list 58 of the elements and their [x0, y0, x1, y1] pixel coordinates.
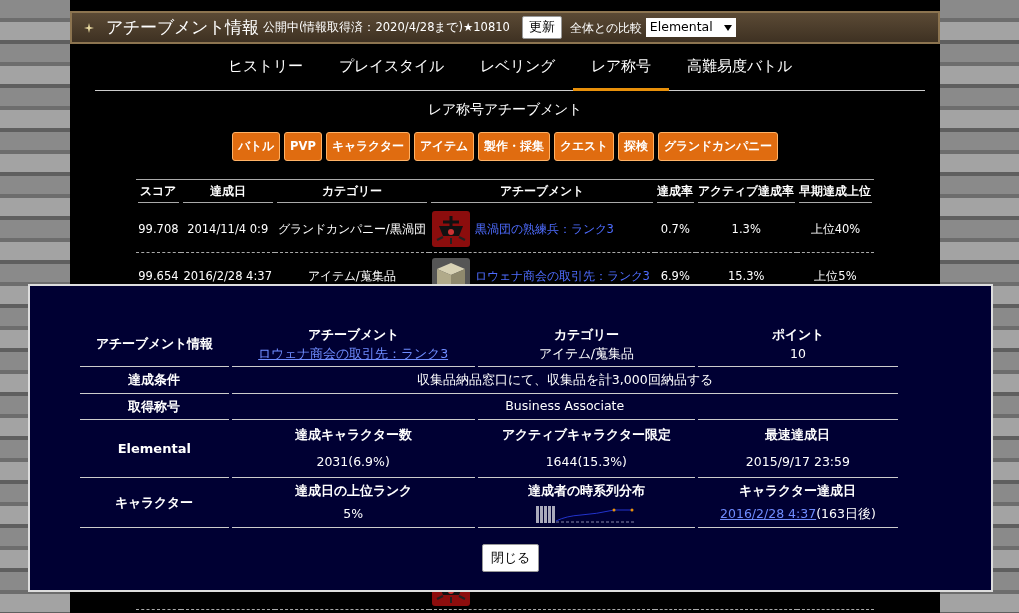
tab[interactable]: ヒストリー — [210, 48, 321, 91]
column-header: アクティブ達成率 — [697, 183, 795, 204]
table-cell: 2014/11/4 0:9 — [187, 221, 269, 236]
table-cell: アイテム/蒐集品 — [307, 268, 396, 283]
column-header: アチーブメント — [430, 183, 653, 204]
column-header: スコア — [138, 183, 179, 204]
table-cell: 2016/2/28 4:37 — [183, 268, 272, 283]
stat-value: 2031(6.9%) — [316, 453, 390, 469]
tab[interactable]: 高難易度バトル — [669, 48, 810, 91]
date-link[interactable]: 2016/2/28 4:37 — [720, 505, 817, 521]
table-cell: 上位5% — [814, 268, 857, 283]
info-value: 10 — [789, 345, 806, 361]
column-header: 達成率 — [657, 183, 694, 204]
column-header: カテゴリー — [276, 183, 427, 204]
tab[interactable]: レベリング — [462, 48, 573, 91]
column-heading: キャラクター達成日 — [738, 482, 858, 501]
tab[interactable]: プレイスタイル — [321, 48, 462, 91]
column-header: 達成日 — [182, 183, 273, 204]
info-value: アイテム/蒐集品 — [538, 345, 634, 361]
row-label: 達成条件 — [127, 371, 182, 390]
stat-value: 2015/9/17 23:59 — [745, 453, 850, 469]
date-note: (163日後) — [816, 505, 876, 521]
stat-value: 1644(15.3%) — [545, 453, 627, 469]
rank-value: 5% — [343, 505, 364, 521]
compare-select[interactable]: Elemental — [645, 18, 736, 37]
table-cell: 15.3% — [727, 268, 765, 283]
column-heading: アチーブメント — [306, 326, 400, 344]
row-label: Elemental — [116, 439, 192, 458]
close-button[interactable]: 閉じる — [482, 544, 539, 572]
achievement-link[interactable]: 黒渦団の熟練兵：ランク3 — [474, 220, 614, 238]
table-cell: 99.654 — [138, 268, 179, 283]
row-label: アチーブメント情報 — [94, 335, 214, 354]
column-heading: アクティブキャラクター限定 — [500, 426, 672, 445]
title-text: Business Associate — [505, 398, 625, 414]
table-cell: 1.3% — [731, 221, 761, 236]
status-text: 公開中(情報取得済：2020/4/28まで)★10810 — [263, 18, 510, 36]
table-cell: グランドカンパニー/黒渦団 — [277, 221, 426, 236]
column-heading: 達成者の時系列分布 — [526, 481, 646, 500]
achievement-link[interactable]: ロウェナ商会の取引先：ランク3 — [474, 267, 650, 285]
column-heading: カテゴリー — [552, 326, 620, 344]
column-heading: ポイント — [770, 326, 825, 344]
table-cell: 上位40% — [810, 221, 861, 236]
compare-label: 全体との比較 — [569, 19, 642, 37]
section-title: レア称号アチーブメント — [428, 100, 582, 117]
row-label: 取得称号 — [127, 397, 182, 416]
page-title: アチーブメント情報 — [106, 15, 259, 39]
table-cell: 99.708 — [138, 221, 179, 236]
table-cell: 6.9% — [660, 268, 690, 283]
column-heading: 達成キャラクター数 — [293, 426, 413, 445]
column-heading: 最速達成日 — [764, 426, 832, 445]
column-heading: 達成日の上位ランク — [293, 482, 413, 501]
table-cell: 0.7% — [660, 221, 690, 236]
achievement-link[interactable]: ロウェナ商会の取引先：ランク3 — [258, 345, 449, 361]
column-header: 早期達成上位 — [798, 183, 872, 204]
refresh-button[interactable]: 更新 — [521, 16, 562, 39]
condition-text: 収集品納品窓口にて、収集品を計3,000回納品する — [416, 371, 713, 387]
row-label: キャラクター — [114, 493, 195, 512]
tab[interactable]: レア称号 — [573, 48, 669, 91]
